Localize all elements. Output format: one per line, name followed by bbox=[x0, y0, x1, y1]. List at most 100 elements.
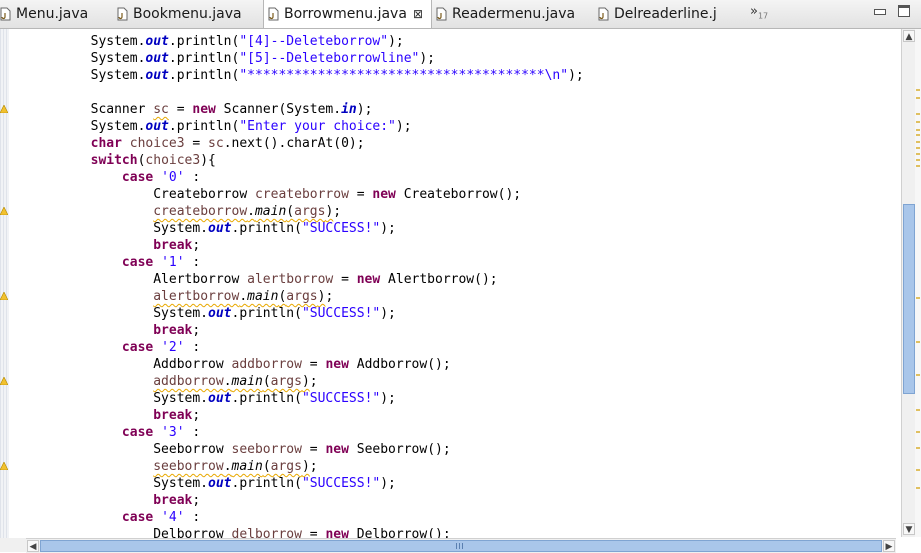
overview-marker[interactable] bbox=[916, 121, 920, 123]
tab-label: Readermenu.java bbox=[452, 5, 576, 22]
code-line[interactable]: addborrow.main(args); bbox=[28, 373, 584, 390]
scroll-up-icon[interactable]: ▲ bbox=[903, 30, 915, 42]
tab-borrowmenu-java[interactable]: Borrowmenu.java ⊠ bbox=[263, 0, 432, 28]
overview-marker[interactable] bbox=[916, 341, 920, 343]
scroll-down-icon[interactable]: ▼ bbox=[903, 523, 915, 535]
code-line[interactable]: Addborrow addborrow = new Addborrow(); bbox=[28, 356, 584, 373]
overview-marker[interactable] bbox=[916, 297, 920, 299]
code-line[interactable]: case '2' : bbox=[28, 339, 584, 356]
code-line[interactable]: System.out.println("[5]--Deleteborrowlin… bbox=[28, 50, 584, 67]
warning-icon[interactable] bbox=[0, 207, 8, 215]
code-line[interactable]: System.out.println("SUCCESS!"); bbox=[28, 390, 584, 407]
code-token: ( bbox=[286, 204, 295, 219]
code-token: "SUCCESS!" bbox=[301, 391, 381, 406]
tab-overflow-button[interactable]: »17 bbox=[750, 4, 768, 21]
code-line[interactable]: switch(choice3){ bbox=[28, 152, 584, 169]
warning-icon[interactable] bbox=[0, 462, 8, 470]
code-token: ( bbox=[262, 374, 271, 389]
code-line[interactable]: System.out.println("********************… bbox=[28, 67, 584, 84]
code-token: out bbox=[208, 476, 232, 491]
code-token: '1' bbox=[161, 255, 185, 270]
code-line[interactable]: seeborrow.main(args); bbox=[28, 458, 584, 475]
overview-marker[interactable] bbox=[916, 141, 920, 143]
code-line[interactable]: break; bbox=[28, 237, 584, 254]
warning-icon[interactable] bbox=[0, 377, 8, 385]
overview-marker[interactable] bbox=[916, 134, 920, 136]
code-token: = bbox=[301, 442, 326, 457]
code-line[interactable]: createborrow.main(args); bbox=[28, 203, 584, 220]
code-line[interactable]: Scanner sc = new Scanner(System.in); bbox=[28, 101, 584, 118]
code-line[interactable]: case '1' : bbox=[28, 254, 584, 271]
code-line[interactable]: System.out.println("SUCCESS!"); bbox=[28, 305, 584, 322]
code-line[interactable]: alertborrow.main(args); bbox=[28, 288, 584, 305]
code-token: "[4]--Deleteborrow" bbox=[239, 34, 389, 49]
code-token: = bbox=[168, 102, 193, 117]
overview-marker[interactable] bbox=[916, 129, 920, 131]
vertical-scroll-thumb[interactable] bbox=[903, 204, 915, 395]
code-line[interactable]: System.out.println("Enter your choice:")… bbox=[28, 118, 584, 135]
code-line[interactable]: case '3' : bbox=[28, 424, 584, 441]
code-editor[interactable]: System.out.println("[4]--Deleteborrow");… bbox=[28, 33, 584, 543]
code-token: '3' bbox=[161, 425, 185, 440]
minimize-icon[interactable] bbox=[874, 9, 886, 15]
code-line[interactable]: Seeborrow seeborrow = new Seeborrow(); bbox=[28, 441, 584, 458]
code-line[interactable]: break; bbox=[28, 492, 584, 509]
overview-marker[interactable] bbox=[916, 431, 920, 433]
overview-marker[interactable] bbox=[916, 159, 920, 161]
overview-marker[interactable] bbox=[916, 487, 920, 489]
code-token: out bbox=[208, 306, 232, 321]
overview-marker[interactable] bbox=[916, 153, 920, 155]
code-line[interactable]: break; bbox=[28, 322, 584, 339]
tab-menu-java[interactable]: Menu.java bbox=[0, 0, 112, 27]
java-file-icon bbox=[268, 7, 279, 21]
overview-marker[interactable] bbox=[916, 409, 920, 411]
tab-readermenu-java[interactable]: Readermenu.java bbox=[436, 0, 586, 27]
overview-marker[interactable] bbox=[916, 89, 920, 91]
overview-marker[interactable] bbox=[916, 469, 920, 471]
java-file-icon bbox=[598, 7, 609, 21]
overview-marker[interactable] bbox=[916, 447, 920, 449]
code-token: : bbox=[184, 170, 201, 185]
warning-icon[interactable] bbox=[0, 292, 8, 300]
warning-icon[interactable] bbox=[0, 105, 8, 113]
scroll-left-icon[interactable]: ◀ bbox=[27, 540, 39, 552]
overview-marker[interactable] bbox=[916, 147, 920, 149]
code-token: args bbox=[286, 289, 318, 304]
code-line[interactable]: System.out.println("[4]--Deleteborrow"); bbox=[28, 33, 584, 50]
code-token: System. bbox=[28, 391, 209, 406]
overview-marker[interactable] bbox=[916, 374, 920, 376]
close-tab-icon[interactable]: ⊠ bbox=[413, 7, 423, 21]
chevron-right-double-icon: » bbox=[750, 4, 758, 19]
overview-marker[interactable] bbox=[916, 165, 920, 167]
code-line[interactable]: break; bbox=[28, 407, 584, 424]
code-token: ; bbox=[325, 289, 334, 304]
tab-label: Menu.java bbox=[16, 5, 89, 22]
code-line[interactable]: case '4' : bbox=[28, 509, 584, 526]
horizontal-scroll-thumb[interactable] bbox=[40, 540, 882, 552]
vertical-scrollbar[interactable]: ▲ ▼ bbox=[901, 29, 916, 537]
scroll-right-icon[interactable]: ▶ bbox=[883, 540, 895, 552]
code-token: .println( bbox=[168, 34, 240, 49]
code-line[interactable]: Alertborrow alertborrow = new Alertborro… bbox=[28, 271, 584, 288]
overview-ruler[interactable] bbox=[915, 29, 921, 537]
code-line[interactable]: Createborrow createborrow = new Createbo… bbox=[28, 186, 584, 203]
code-token: args bbox=[270, 374, 302, 389]
horizontal-scrollbar[interactable]: ◀ ▶ bbox=[26, 538, 896, 553]
overview-marker[interactable] bbox=[916, 97, 920, 99]
code-line[interactable] bbox=[28, 84, 584, 101]
tab-bookmenu-java[interactable]: Bookmenu.java bbox=[117, 0, 262, 27]
overview-marker[interactable] bbox=[916, 113, 920, 115]
code-token: ; bbox=[192, 323, 201, 338]
code-line[interactable]: System.out.println("SUCCESS!"); bbox=[28, 475, 584, 492]
code-line[interactable]: char choice3 = sc.next().charAt(0); bbox=[28, 135, 584, 152]
maximize-icon[interactable] bbox=[898, 5, 910, 17]
tab-delreaderline-java[interactable]: Delreaderline.j bbox=[598, 0, 738, 27]
code-token: ); bbox=[356, 102, 373, 117]
code-line[interactable]: case '0' : bbox=[28, 169, 584, 186]
code-line[interactable]: System.out.println("SUCCESS!"); bbox=[28, 220, 584, 237]
code-token: break bbox=[153, 323, 193, 338]
